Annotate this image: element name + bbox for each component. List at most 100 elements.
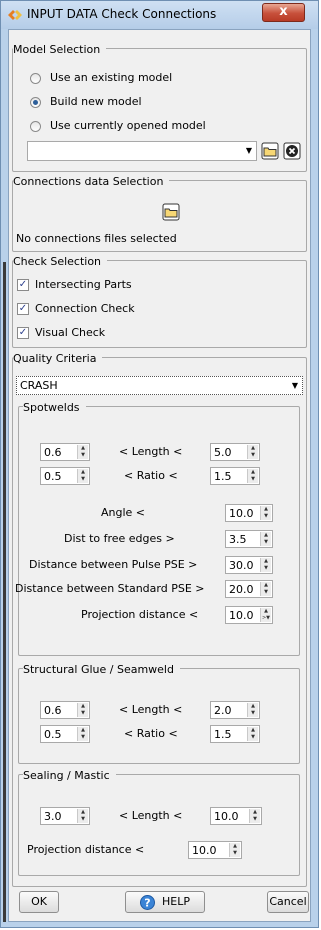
standard-pse-spinner[interactable]: 20.0 ▲ ▼	[225, 580, 273, 598]
connections-status: No connections files selected	[16, 232, 177, 245]
spin-arrows-icon[interactable]: ▲ ▼	[229, 843, 240, 857]
spot-length-max-spinner[interactable]: 5.0 ▲ ▼	[210, 443, 260, 461]
spin-arrows-icon[interactable]: ▲ ▼	[247, 727, 258, 741]
angle-spinner[interactable]: 10.0 ▲ ▼	[225, 504, 273, 522]
model-combo[interactable]: ▼	[27, 141, 257, 161]
spin-value: 0.6	[44, 704, 62, 717]
spin-value: 0.5	[44, 470, 62, 483]
group-title: Connections data Selection	[13, 175, 170, 188]
close-icon: x	[279, 4, 288, 19]
spin-arrows-icon[interactable]: ▲ ▼	[247, 703, 258, 717]
radio-existing-model[interactable]	[30, 73, 41, 84]
checkbox-label: Intersecting Parts	[35, 278, 132, 291]
radio-label: Build new model	[50, 95, 142, 108]
folder-icon[interactable]	[261, 142, 279, 160]
spotwelds-group: Spotwelds 0.6 ▲ ▼ < Length < 5.0 ▲ ▼ 0.5 ▲…	[15, 401, 300, 656]
connections-group: Connections data Selection No connection…	[12, 175, 307, 252]
spin-value: 1.5	[214, 728, 232, 741]
spin-arrows-icon[interactable]: ▲ ▼	[260, 582, 271, 596]
spin-arrows-icon[interactable]: ▲ ▼	[77, 727, 88, 741]
spin-value: 3.0	[44, 810, 62, 823]
app-icon	[8, 10, 22, 20]
spot-length-min-spinner[interactable]: 0.6 ▲ ▼	[40, 443, 90, 461]
cancel-button-label: Cancel	[269, 895, 307, 908]
spin-value: 10.0	[214, 810, 239, 823]
group-title: Structural Glue / Seamweld	[23, 663, 180, 676]
radio-build-new-model[interactable]	[30, 97, 41, 108]
spin-value: 30.0	[229, 559, 254, 572]
checkbox-intersecting-parts[interactable]: ✓	[17, 279, 29, 291]
seal-length-min-spinner[interactable]: 3.0 ▲ ▼	[40, 807, 90, 825]
spin-value: 1.5	[214, 470, 232, 483]
glue-ratio-label: < Ratio <	[124, 727, 178, 740]
title-bar[interactable]: INPUT DATA Check Connections x	[1, 1, 318, 29]
chevron-down-icon: ▼	[245, 146, 252, 155]
spot-projection-label: Projection distance <	[81, 608, 199, 621]
glue-length-min-spinner[interactable]: 0.6 ▲ ▼	[40, 701, 90, 719]
group-title: Model Selection	[13, 43, 107, 56]
radio-current-model[interactable]	[30, 121, 41, 132]
spot-ratio-min-spinner[interactable]: 0.5 ▲ ▼	[40, 467, 90, 485]
group-title: Quality Criteria	[13, 352, 103, 365]
radio-label: Use currently opened model	[50, 119, 206, 132]
free-edges-label: Dist to free edges >	[64, 532, 175, 545]
checkbox-connection-check[interactable]: ✓	[17, 303, 29, 315]
spin-value: 0.6	[44, 446, 62, 459]
checkbox-label: Connection Check	[35, 302, 135, 315]
help-button[interactable]: ? HELP	[125, 891, 205, 913]
checkbox-visual-check[interactable]: ✓	[17, 327, 29, 339]
spin-arrows-icon[interactable]: ▲ ▼	[77, 445, 88, 459]
model-selection-group: Model Selection Use an existing model Bu…	[12, 43, 307, 172]
side-divider	[3, 262, 6, 922]
spin-arrows-icon[interactable]: ▲ >▼	[260, 608, 271, 622]
spin-arrows-icon[interactable]: ▲ ▼	[77, 703, 88, 717]
chevron-down-icon: ▼	[291, 381, 298, 390]
glue-ratio-max-spinner[interactable]: 1.5 ▲ ▼	[210, 725, 260, 743]
clear-icon[interactable]	[283, 142, 301, 160]
group-title: Sealing / Mastic	[23, 769, 116, 782]
spot-projection-spinner[interactable]: 10.0 ▲ >▼	[225, 606, 273, 624]
spin-value: 10.0	[229, 609, 254, 622]
spin-value: 2.0	[214, 704, 232, 717]
help-button-label: HELP	[162, 895, 190, 908]
close-button[interactable]: x	[262, 3, 305, 22]
criteria-combo-value: CRASH	[20, 379, 58, 392]
spot-ratio-max-spinner[interactable]: 1.5 ▲ ▼	[210, 467, 260, 485]
window-title: INPUT DATA Check Connections	[27, 7, 217, 21]
cancel-button[interactable]: Cancel	[267, 891, 309, 913]
ok-button[interactable]: OK	[19, 891, 59, 913]
quality-criteria-group: Quality Criteria CRASH ▼ Spotwelds 0.6 ▲…	[12, 352, 307, 887]
spin-arrows-icon[interactable]: ▲ ▼	[260, 532, 271, 546]
spin-arrows-icon[interactable]: ▲ ▼	[260, 506, 271, 520]
seal-projection-spinner[interactable]: 10.0 ▲ ▼	[188, 841, 242, 859]
pulse-pse-spinner[interactable]: 30.0 ▲ ▼	[225, 556, 273, 574]
pulse-pse-label: Distance between Pulse PSE >	[29, 558, 198, 571]
seal-length-label: < Length <	[119, 809, 183, 822]
spin-value: 20.0	[229, 583, 254, 596]
spot-length-label: < Length <	[119, 445, 183, 458]
group-title: Spotwelds	[23, 401, 86, 414]
spin-value: 10.0	[192, 844, 217, 857]
criteria-combo[interactable]: CRASH ▼	[16, 376, 303, 395]
seal-length-max-spinner[interactable]: 10.0 ▲ ▼	[210, 807, 262, 825]
folder-icon[interactable]	[162, 203, 180, 221]
spin-value: 3.5	[229, 533, 247, 546]
spin-arrows-icon[interactable]: ▲ ▼	[260, 558, 271, 572]
spin-arrows-icon[interactable]: ▲ ▼	[77, 469, 88, 483]
spin-arrows-icon[interactable]: ▲ ▼	[77, 809, 88, 823]
checkbox-label: Visual Check	[35, 326, 106, 339]
glue-ratio-min-spinner[interactable]: 0.5 ▲ ▼	[40, 725, 90, 743]
glue-length-max-spinner[interactable]: 2.0 ▲ ▼	[210, 701, 260, 719]
glue-length-label: < Length <	[119, 703, 183, 716]
spot-ratio-label: < Ratio <	[124, 469, 178, 482]
spin-arrows-icon[interactable]: ▲ ▼	[249, 809, 260, 823]
free-edges-spinner[interactable]: 3.5 ▲ ▼	[225, 530, 273, 548]
dialog-window: INPUT DATA Check Connections x Model Sel…	[0, 0, 319, 928]
seal-projection-label: Projection distance <	[27, 843, 145, 856]
spin-arrows-icon[interactable]: ▲ ▼	[247, 469, 258, 483]
check-selection-group: Check Selection ✓ Intersecting Parts ✓ C…	[12, 255, 307, 348]
angle-label: Angle <	[101, 506, 146, 519]
spin-arrows-icon[interactable]: ▲ ▼	[247, 445, 258, 459]
help-icon: ?	[140, 895, 155, 910]
sealing-group: Sealing / Mastic 3.0 ▲ ▼ < Length < 10.0 …	[18, 769, 300, 876]
